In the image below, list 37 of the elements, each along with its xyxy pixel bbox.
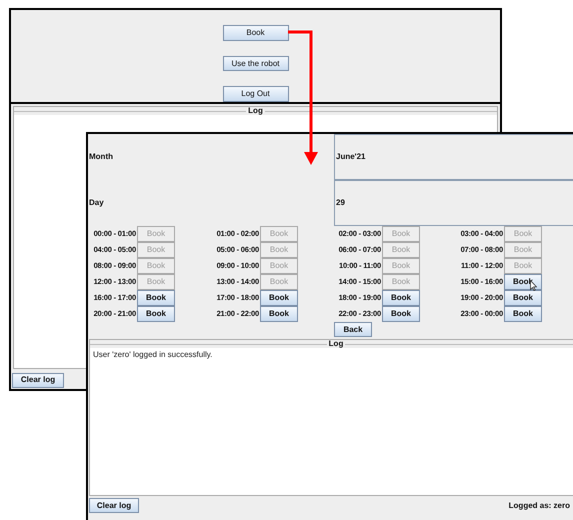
clear-log-button[interactable]: Clear log [89, 498, 139, 513]
book-slot-button: Book [260, 274, 298, 290]
book-slot-button[interactable]: Book [137, 306, 175, 322]
book-slot-button[interactable]: Book [382, 290, 420, 306]
book-slot-button: Book [504, 242, 542, 258]
menu-button[interactable]: Book [222, 25, 288, 41]
book-slot-button[interactable]: Book [504, 306, 542, 322]
log-title: Log [247, 107, 264, 115]
book-slot-button[interactable]: Book [382, 306, 420, 322]
book-slot-button: Book [260, 242, 298, 258]
book-slot-button: Book [382, 242, 420, 258]
menu-button[interactable]: Use the robot [222, 56, 288, 72]
book-slot-button: Book [137, 258, 175, 274]
book-slot-button: Book [382, 258, 420, 274]
book-slot-button: Book [504, 226, 542, 242]
book-slot-button: Book [382, 226, 420, 242]
dropdown-field[interactable]: 29 [334, 180, 573, 226]
book-slot-button: Book [260, 226, 298, 242]
book-slot-button[interactable]: Book [504, 290, 542, 306]
field-label: Month [89, 151, 114, 163]
book-slot-button: Book [382, 274, 420, 290]
book-slot-button: Book [137, 242, 175, 258]
book-slot-button: Book [137, 274, 175, 290]
dropdown-field[interactable]: June'21 [334, 134, 573, 180]
logged-user-status: Logged as: zero [508, 500, 570, 512]
log-line: User 'zero' logged in successfully. [93, 350, 214, 360]
back-button[interactable]: Back [334, 322, 372, 337]
log-title: Log [328, 340, 344, 348]
book-slot-button[interactable]: Book [260, 290, 298, 306]
field-label: Day [89, 197, 105, 209]
book-slot-button: Book [504, 258, 542, 274]
menu-button[interactable]: Log Out [222, 86, 288, 102]
book-slot-button[interactable]: Book [260, 306, 298, 322]
clear-log-button[interactable]: Clear log [12, 372, 64, 388]
book-slot-button[interactable]: Book [137, 290, 175, 306]
book-slot-button: Book [260, 258, 298, 274]
book-slot-button: Book [137, 226, 175, 242]
